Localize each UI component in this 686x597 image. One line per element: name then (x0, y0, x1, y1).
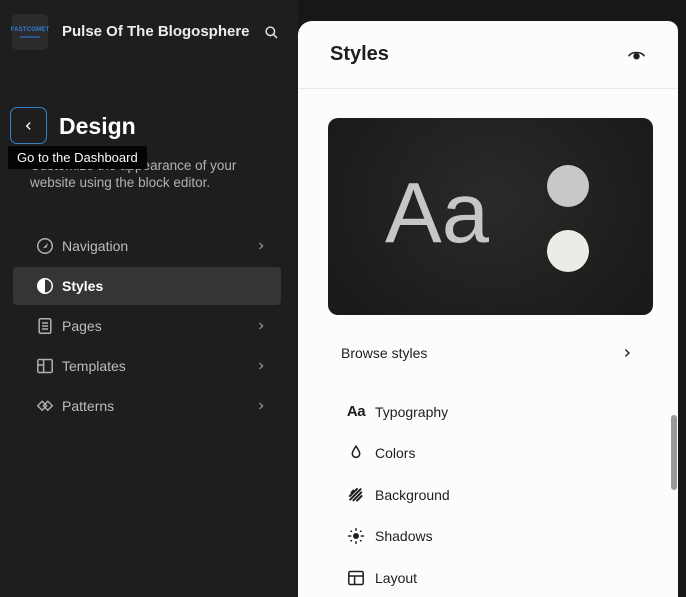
preview-typography-sample: Aa (385, 167, 489, 261)
sidebar-item-navigation[interactable]: Navigation (0, 226, 298, 266)
preview-color-dots (547, 165, 589, 272)
styles-half-circle-icon (33, 274, 57, 298)
menu-item-label: Background (375, 487, 450, 503)
sidebar-item-pages[interactable]: Pages (0, 306, 298, 346)
sidebar-item-templates[interactable]: Templates (0, 346, 298, 386)
style-book-eye-icon (624, 43, 649, 68)
browse-styles-label: Browse styles (341, 345, 427, 361)
menu-item-typography[interactable]: Aa Typography (328, 391, 653, 433)
menu-item-label: Colors (375, 445, 415, 461)
pages-document-icon (33, 314, 57, 338)
menu-item-label: Typography (375, 404, 448, 420)
sidebar: FASTCOMET Pulse Of The Blogosphere Desig… (0, 0, 298, 597)
sidebar-item-label: Navigation (62, 238, 128, 254)
preview-dot-light (547, 230, 589, 272)
menu-item-layout[interactable]: Layout (328, 557, 653, 597)
site-logo-text: FASTCOMET (11, 27, 50, 34)
styles-preview-card[interactable]: Aa (328, 118, 653, 315)
design-nav: Navigation Styles (0, 226, 298, 426)
typography-icon: Aa (344, 400, 368, 424)
chevron-right-icon (252, 237, 270, 255)
site-logo[interactable]: FASTCOMET (12, 14, 48, 50)
site-title: Pulse Of The Blogosphere (62, 0, 250, 63)
panel-divider (298, 88, 678, 89)
chevron-right-icon (252, 397, 270, 415)
layout-icon (344, 566, 368, 590)
templates-layout-icon (33, 354, 57, 378)
shadows-sun-icon (344, 524, 368, 548)
menu-item-label: Layout (375, 570, 417, 586)
dashboard-tooltip: Go to the Dashboard (8, 146, 147, 169)
back-button[interactable] (10, 107, 47, 144)
menu-item-colors[interactable]: Colors (328, 433, 653, 475)
chevron-left-icon (20, 117, 38, 135)
chevron-right-icon (252, 357, 270, 375)
styles-menu: Aa Typography Colors Background (328, 391, 653, 597)
sidebar-item-styles[interactable]: Styles (0, 266, 298, 306)
sidebar-item-patterns[interactable]: Patterns (0, 386, 298, 426)
sidebar-item-label: Pages (62, 318, 102, 334)
colors-droplet-icon (344, 441, 368, 465)
menu-item-shadows[interactable]: Shadows (328, 516, 653, 558)
browse-styles-button[interactable]: Browse styles (328, 332, 653, 374)
patterns-diamonds-icon (33, 394, 57, 418)
menu-item-background[interactable]: Background (328, 474, 653, 516)
search-icon (260, 21, 283, 44)
sidebar-item-label: Templates (62, 358, 126, 374)
navigation-compass-icon (33, 234, 57, 258)
preview-dot-gray (547, 165, 589, 207)
background-hatch-icon (344, 483, 368, 507)
sidebar-item-label: Styles (62, 278, 103, 294)
chevron-right-icon (617, 343, 637, 363)
panel-title: Styles (330, 21, 389, 88)
menu-item-label: Shadows (375, 528, 433, 544)
search-button[interactable] (252, 13, 290, 51)
design-heading: Design (59, 111, 136, 142)
chevron-right-icon (252, 317, 270, 335)
site-logo-tagline-bar (20, 36, 40, 38)
styles-panel: Styles Aa Browse styles Aa (298, 21, 678, 597)
style-book-button[interactable] (618, 37, 654, 73)
scrollbar-thumb[interactable] (671, 415, 677, 490)
sidebar-item-label: Patterns (62, 398, 114, 414)
wp-site-editor: FASTCOMET Pulse Of The Blogosphere Desig… (0, 0, 686, 597)
